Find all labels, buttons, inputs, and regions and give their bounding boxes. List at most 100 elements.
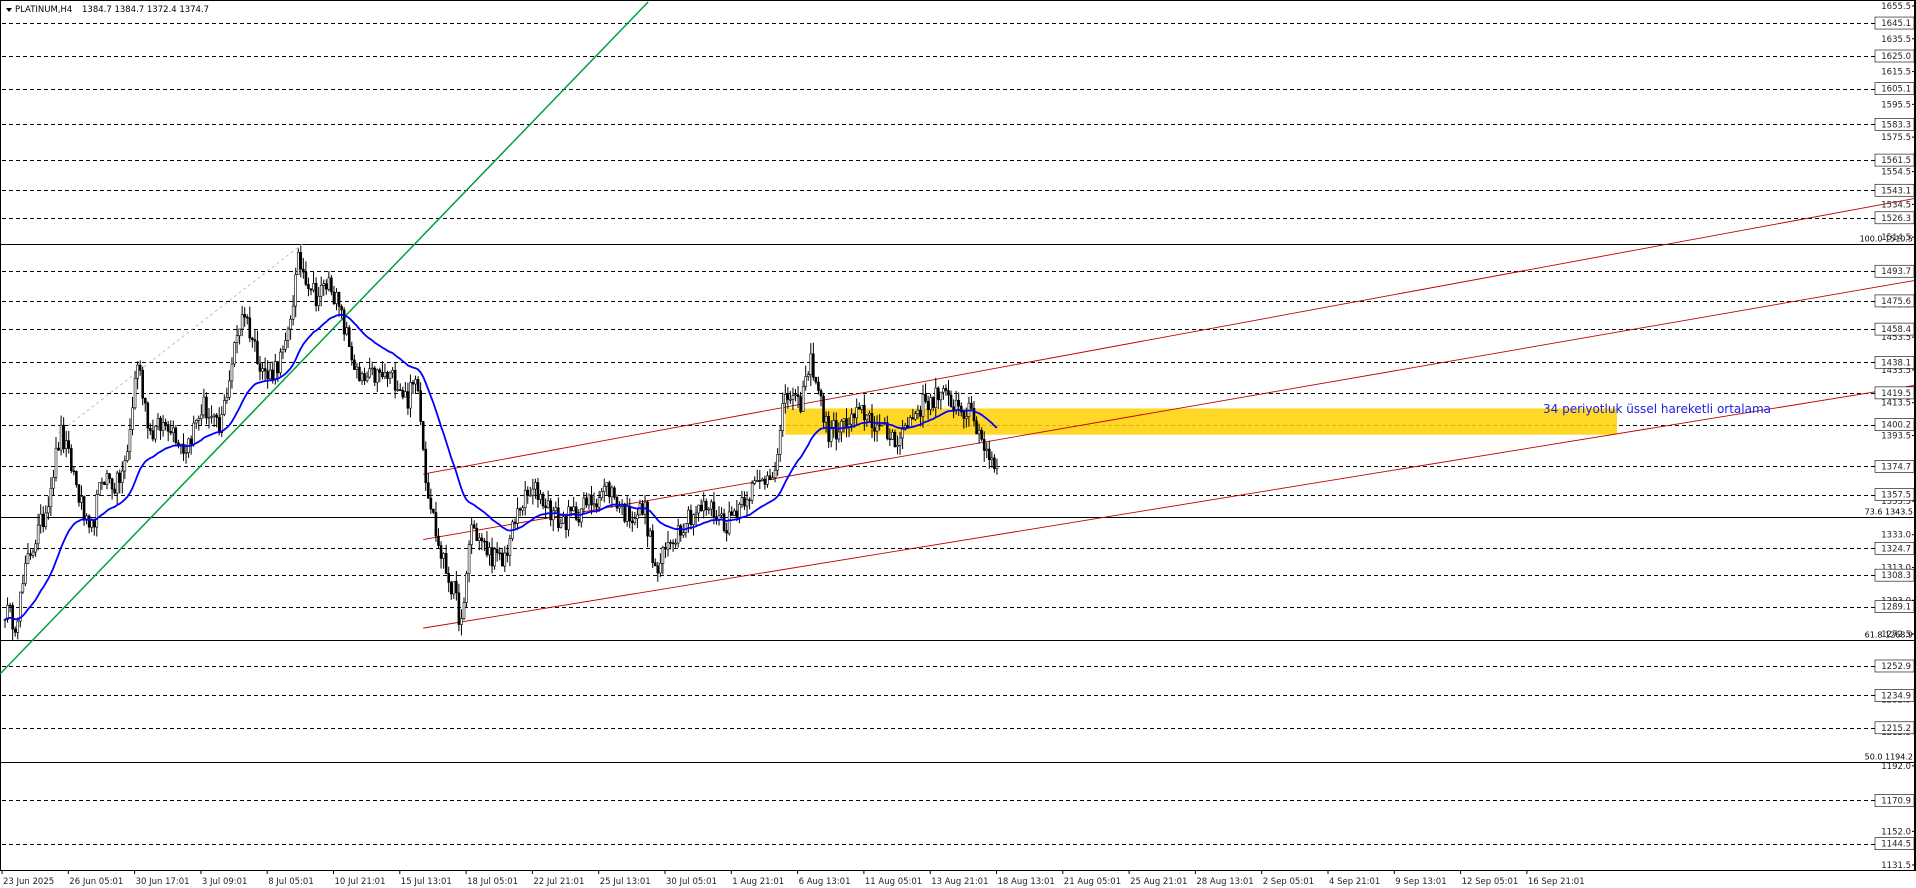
price-tick-7: 1514.5	[1881, 233, 1911, 243]
candle-body	[625, 505, 629, 522]
candle-body	[536, 482, 540, 500]
candle-body	[842, 418, 846, 422]
candle-body	[942, 388, 945, 393]
price-axis: 1655.5 1635.5 1615.5 1595.5 1575.5 1554.5 1534…	[1874, 2, 1915, 871]
candle-body	[82, 496, 86, 521]
price-tick-5: 1554.5	[1881, 168, 1911, 178]
candle-body	[230, 363, 234, 382]
candle-body	[615, 497, 619, 509]
candle-body	[783, 394, 787, 404]
candle-body	[248, 317, 252, 339]
candle-body	[228, 380, 231, 398]
candle-body	[291, 305, 295, 320]
candle-body	[993, 457, 996, 470]
candle-body	[916, 409, 920, 414]
candle-body	[131, 407, 134, 430]
candle-body	[906, 425, 910, 428]
candle-body	[534, 482, 537, 490]
candle-body	[506, 552, 509, 556]
candle-body	[70, 448, 73, 472]
candle-body	[659, 563, 662, 574]
candle-body	[442, 553, 445, 559]
candle-body	[52, 477, 55, 489]
candle-body	[674, 542, 677, 545]
candle-body	[523, 489, 527, 509]
candle-body	[29, 553, 32, 556]
candle-body	[697, 504, 700, 514]
candle-body	[21, 583, 25, 593]
candle-body	[840, 421, 843, 433]
candle-body	[447, 573, 451, 583]
candle-body	[860, 404, 864, 410]
candle-body	[498, 552, 502, 555]
candle-body	[707, 508, 711, 511]
candle-body	[936, 387, 940, 401]
level-label-17: 1289.1	[1881, 603, 1911, 613]
candle-body	[72, 470, 76, 473]
candle-body	[59, 424, 63, 451]
candle-body	[891, 431, 894, 440]
candle-body	[618, 506, 621, 509]
candle-body	[924, 393, 927, 402]
candle-body	[962, 411, 966, 419]
candle-body	[363, 373, 366, 382]
candle-body	[57, 447, 60, 451]
candle-body	[521, 507, 524, 511]
level-label-20: 1215.2	[1881, 724, 1911, 734]
candle-body	[847, 423, 851, 427]
candle-body	[557, 507, 560, 528]
candle-body	[449, 582, 453, 595]
candle-body	[355, 366, 359, 370]
candle-body	[636, 514, 639, 519]
candle-body	[470, 524, 473, 545]
candle-body	[995, 466, 999, 470]
candle-body	[141, 369, 144, 399]
candle-body	[750, 483, 754, 501]
time-label-9: 25 Jul 13:01	[600, 877, 651, 887]
candle-body	[121, 470, 124, 483]
price-chart[interactable]: 100.0 1510.573.6 1343.561.8 1268.950.0 1…	[0, 0, 1916, 888]
candle-body	[582, 497, 586, 510]
candle-body	[822, 395, 825, 423]
candle-body	[740, 497, 744, 505]
symbol-label: PLATINUM,H4	[15, 5, 72, 15]
candle-body	[118, 472, 122, 483]
candle-body	[965, 416, 968, 419]
candle-body	[987, 448, 991, 461]
candle-body	[77, 484, 81, 503]
time-label-12: 6 Aug 13:01	[799, 877, 851, 887]
candle-body	[49, 487, 53, 508]
time-label-0: 23 Jun 2025	[3, 877, 54, 887]
candle-body	[539, 493, 542, 500]
candle-body	[62, 424, 65, 449]
candle-body	[261, 368, 264, 372]
candle-body	[365, 376, 369, 382]
candle-body	[911, 417, 915, 420]
candle-body	[669, 542, 672, 544]
candle-body	[957, 399, 961, 407]
candle-body	[34, 543, 37, 553]
dropdown-triangle-icon[interactable]	[6, 8, 12, 12]
candle-body	[577, 519, 581, 523]
candle-body	[391, 370, 394, 374]
candle-body	[488, 547, 491, 556]
candle-body	[546, 500, 550, 509]
candle-body	[929, 397, 932, 411]
candle-body	[574, 506, 578, 520]
candle-body	[761, 478, 764, 481]
candle-body	[528, 494, 532, 497]
candle-body	[472, 524, 476, 529]
candle-body	[812, 353, 815, 378]
candle-body	[419, 390, 422, 422]
candle-body	[975, 420, 978, 435]
candle-body	[712, 501, 716, 518]
candle-body	[64, 440, 68, 449]
candle-body	[396, 389, 400, 392]
candle-body	[801, 385, 805, 412]
level-label-3: 1583.3	[1881, 120, 1911, 130]
candle-body	[54, 447, 58, 478]
candle-body	[855, 407, 859, 419]
candle-body	[766, 475, 769, 485]
candle-body	[666, 542, 670, 550]
candle-body	[258, 363, 262, 372]
